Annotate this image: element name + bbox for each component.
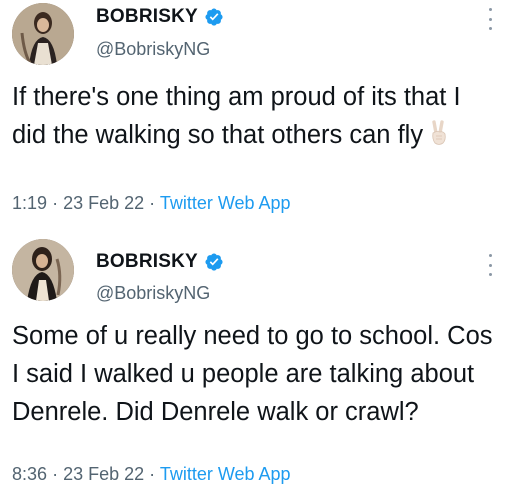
tweet-meta: 8:36 · 23 Feb 22 · Twitter Web App xyxy=(12,464,291,485)
tweet-text: If there's one thing am proud of its tha… xyxy=(12,78,496,154)
tweet-text-content: Some of u really need to go to school. C… xyxy=(12,322,493,426)
victory-hand-emoji-icon xyxy=(427,119,451,147)
tweet-time[interactable]: 8:36 xyxy=(12,464,47,484)
tweet-time[interactable]: 1:19 xyxy=(12,193,47,213)
author-name[interactable]: BOBRISKY xyxy=(96,6,198,28)
author-row: BOBRISKY xyxy=(96,6,224,28)
author-handle[interactable]: @BobriskyNG xyxy=(96,39,210,60)
meta-separator: · xyxy=(149,193,156,213)
tweet-source-link[interactable]: Twitter Web App xyxy=(160,193,291,213)
tweet-text-content: If there's one thing am proud of its tha… xyxy=(12,83,461,149)
tweet-source-link[interactable]: Twitter Web App xyxy=(160,464,291,484)
avatar[interactable] xyxy=(12,3,74,65)
meta-separator: · xyxy=(52,193,59,213)
verified-badge-icon xyxy=(204,252,224,272)
tweet-meta: 1:19 · 23 Feb 22 · Twitter Web App xyxy=(12,193,291,214)
meta-separator: · xyxy=(149,464,156,484)
avatar[interactable] xyxy=(12,239,74,301)
author-name[interactable]: BOBRISKY xyxy=(96,251,198,273)
more-options-icon[interactable] xyxy=(486,8,494,30)
meta-separator: · xyxy=(52,464,59,484)
tweet-date[interactable]: 23 Feb 22 xyxy=(63,464,144,484)
author-row: BOBRISKY xyxy=(96,251,224,273)
verified-badge-icon xyxy=(204,7,224,27)
tweet[interactable]: BOBRISKY @BobriskyNG Some of u really ne… xyxy=(0,232,510,503)
tweet-date[interactable]: 23 Feb 22 xyxy=(63,193,144,213)
tweet-text: Some of u really need to go to school. C… xyxy=(12,317,496,431)
tweet[interactable]: BOBRISKY @BobriskyNG If there's one thin… xyxy=(0,0,510,232)
author-handle[interactable]: @BobriskyNG xyxy=(96,283,210,304)
more-options-icon[interactable] xyxy=(486,254,494,276)
